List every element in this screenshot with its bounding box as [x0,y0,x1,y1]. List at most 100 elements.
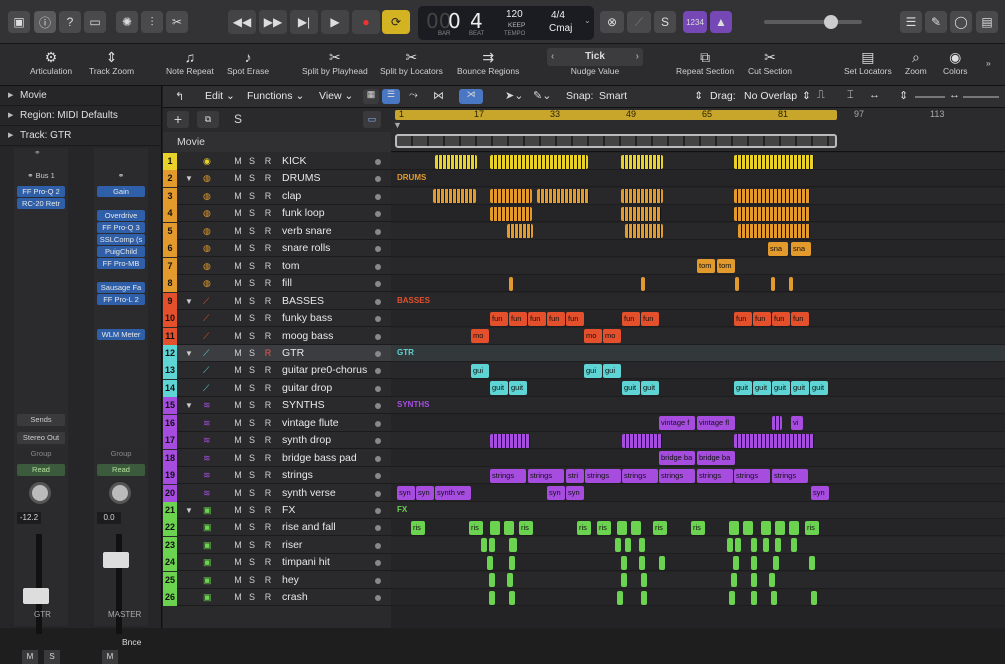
region[interactable] [490,206,532,221]
track-lane[interactable] [391,292,1005,310]
automation-icon[interactable]: ⤳ [409,89,418,102]
track-header-moog-bass[interactable]: 11 ⟋ M S Rmoog bass [163,327,391,345]
region[interactable] [659,555,665,570]
track-name[interactable]: moog bass [282,328,333,345]
region[interactable] [639,555,645,570]
back-icon[interactable]: ↰ [175,90,184,103]
region[interactable] [490,154,588,169]
mute-button[interactable]: M [232,417,244,430]
region[interactable] [771,590,777,605]
record-enable-button[interactable]: R [262,260,274,273]
chevron-right-icon[interactable]: › [636,48,643,66]
track-name[interactable]: timpani hit [282,554,330,571]
group-slot[interactable]: Group [17,448,65,460]
output-slot[interactable]: Stereo Out [17,432,65,444]
track-lane[interactable] [391,275,1005,293]
pencil-tool-icon[interactable]: ✎⌄ [533,89,551,102]
fader-cap[interactable] [23,588,49,604]
region[interactable] [729,590,735,605]
track-header-bridge-bass-pad[interactable]: 18 ≋ M S Rbridge bass pad [163,449,391,467]
record-enable-button[interactable]: R [262,487,274,500]
plugin-slot[interactable]: Sausage Fa [97,282,145,293]
toolbar-split-playhead[interactable]: ✂ Split by Playhead [302,48,368,76]
region[interactable]: guit [772,381,790,396]
solo-button[interactable]: S [246,312,258,325]
toolbar-zoom[interactable]: ⌕ Zoom [905,48,927,76]
mute-button[interactable]: M [232,504,244,517]
region[interactable]: fun [791,311,809,326]
region[interactable]: guit [753,381,771,396]
solo-button[interactable]: S [246,295,258,308]
mute-button[interactable]: M [232,295,244,308]
region[interactable] [775,538,781,553]
pointer-tool-icon[interactable]: ➤⌄ [505,89,523,102]
record-enable-button[interactable]: R [262,347,274,360]
region[interactable] [641,590,647,605]
solo-button[interactable]: S [246,452,258,465]
mute-button[interactable]: M [232,382,244,395]
solo-button[interactable]: S [246,260,258,273]
global-solo-icon[interactable]: S [227,111,249,128]
region[interactable] [751,538,757,553]
region[interactable]: syn [566,486,584,501]
list-editors-icon[interactable]: ☰ [900,11,922,33]
solo-button[interactable]: S [246,190,258,203]
region[interactable] [738,224,810,239]
output-bus[interactable]: Bus 1 [36,171,55,180]
track-lane[interactable] [391,240,1005,258]
region[interactable]: mo [471,329,489,343]
region[interactable] [509,538,517,553]
horizontal-zoom-icon[interactable]: ↔ [949,89,960,101]
region[interactable]: gui [603,363,621,378]
cycle-button[interactable]: ⟳ [382,10,410,34]
region[interactable] [811,590,817,605]
region[interactable] [631,520,641,535]
mute-button[interactable]: M [232,556,244,569]
fader-cap[interactable] [103,552,129,568]
region[interactable] [622,433,662,448]
region[interactable]: stri [566,468,584,483]
add-track-button[interactable]: + [167,111,189,128]
track-name[interactable]: funk loop [282,205,325,222]
track-name[interactable]: synth verse [282,485,336,502]
region[interactable] [735,276,739,291]
toolbar-cut-section[interactable]: ✂ Cut Section [748,48,792,76]
toolbar-track-zoom[interactable]: ⇕ Track Zoom [89,48,134,76]
duplicate-track-icon[interactable]: ⧉ [197,111,219,128]
region[interactable] [625,224,663,239]
group-slot[interactable]: Group [97,448,145,460]
track-header-kick[interactable]: 1 ◉ M S R KICK [163,153,391,170]
track-lane[interactable] [391,187,1005,205]
master-volume-knob[interactable] [824,15,838,29]
record-enable-button[interactable]: R [262,452,274,465]
pan-knob[interactable] [109,482,131,504]
track-name[interactable]: fill [282,275,292,292]
solo-button[interactable]: S [246,591,258,604]
region[interactable]: strings [490,468,526,483]
menu-functions[interactable]: Functions ⌄ [247,90,304,102]
solo-button[interactable]: S [44,650,60,664]
record-enable-button[interactable]: R [262,539,274,552]
record-enable-button[interactable]: R [262,574,274,587]
plugin-slot[interactable]: PuigChild [97,246,145,257]
track-name[interactable]: rise and fall [282,519,336,536]
region[interactable]: strings [697,468,733,483]
chevron-down-icon[interactable]: ⌄ [584,16,591,25]
region[interactable]: strings [622,468,658,483]
region[interactable]: fun [622,311,640,326]
region[interactable] [789,276,793,291]
track-name[interactable]: guitar pre0-chorus [282,362,367,379]
menu-edit[interactable]: Edit ⌄ [205,90,235,102]
mute-button[interactable]: M [232,312,244,325]
record-enable-button[interactable]: R [262,225,274,238]
plugin-slot[interactable]: FF Pro-Q 2 [17,186,65,197]
solo-button[interactable]: S [246,364,258,377]
solo-button[interactable]: S [246,399,258,412]
track-header-funky-bass[interactable]: 10 ⟋ M S Rfunky bass [163,310,391,328]
track-name[interactable]: crash [282,589,308,606]
region[interactable] [775,520,785,535]
solo-button[interactable]: S [246,469,258,482]
solo-button[interactable]: S [246,330,258,343]
solo-button[interactable]: S [246,172,258,185]
region[interactable] [734,154,814,169]
